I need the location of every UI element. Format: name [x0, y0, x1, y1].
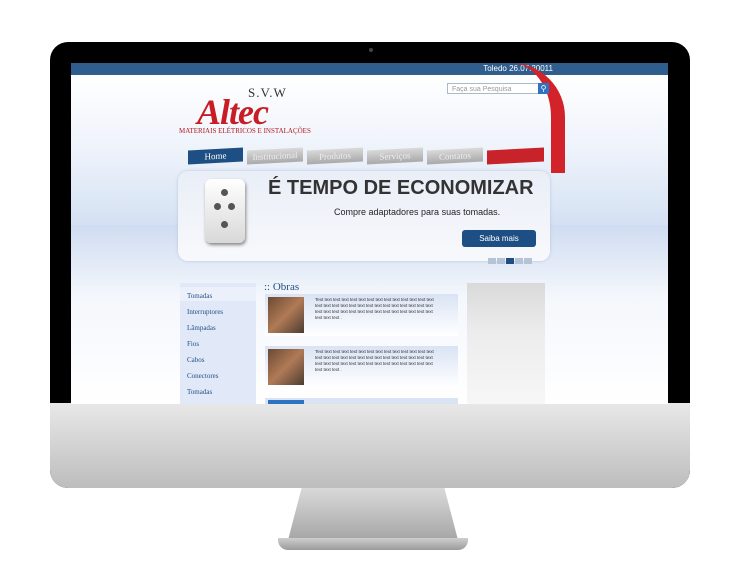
search-input[interactable]: Faça sua Pesquisa [447, 83, 539, 94]
main-nav: Home Institucional Produtos Serviços Con… [188, 145, 544, 165]
slide-dot[interactable] [497, 258, 505, 264]
obra-photo [268, 297, 304, 333]
right-column [467, 283, 545, 404]
sidebar-item-interruptores[interactable]: Interruptores [187, 308, 223, 316]
socket-image [205, 179, 245, 243]
search-icon[interactable]: ⚲ [538, 83, 549, 94]
logo-tagline: MATERIAIS ELÉTRICOS E INSTALAÇÕES [179, 127, 311, 135]
monitor-chin [50, 403, 690, 488]
slide-dot[interactable] [488, 258, 496, 264]
sidebar-item-cabos[interactable]: Cabos [187, 356, 205, 364]
banner-subline: Compre adaptadores para suas tomadas. [334, 207, 501, 217]
category-sidebar: Tomadas Interruptores Lâmpadas Fios Cabo… [180, 283, 256, 404]
hero-banner: É TEMPO DE ECONOMIZAR Compre adaptadores… [178, 171, 550, 264]
obra-text: Text text text text text text text text … [315, 349, 434, 372]
nav-home[interactable]: Home [188, 147, 243, 165]
obra-card[interactable]: Text text text text text text text text … [265, 294, 458, 336]
slide-dot-active[interactable] [506, 258, 514, 264]
obras-title: :: Obras [264, 281, 300, 293]
website-screen: Toledo 26.07.20011 Faça sua Pesquisa ⚲ S… [71, 63, 668, 404]
saiba-mais-button[interactable]: Saiba mais [462, 230, 536, 247]
nav-servicos[interactable]: Serviços [367, 147, 423, 165]
slide-indicators [488, 251, 533, 269]
monitor-stand-base [278, 538, 468, 550]
obra-photo [268, 400, 304, 404]
nav-contatos[interactable]: Contatos [427, 147, 483, 165]
nav-accent [487, 147, 544, 165]
nav-produtos[interactable]: Produtos [307, 147, 363, 165]
camera-dot [369, 48, 373, 52]
nav-institucional[interactable]: Institucional [247, 147, 303, 165]
sidebar-item-conectores[interactable]: Conectores [187, 372, 219, 380]
obra-text: Text text text text text text text text … [315, 297, 434, 320]
sidebar-item-fios[interactable]: Fios [187, 340, 199, 348]
banner-headline: É TEMPO DE ECONOMIZAR [268, 177, 534, 199]
obra-photo [268, 349, 304, 385]
slide-dot[interactable] [524, 258, 532, 264]
sidebar-item-tomadas-2[interactable]: Tomadas [187, 388, 212, 396]
obra-card[interactable]: Text text text text text text text text … [265, 346, 458, 388]
top-bar: Toledo 26.07.20011 [71, 63, 668, 75]
monitor-stand [288, 488, 458, 540]
sidebar-item-lampadas[interactable]: Lâmpadas [187, 324, 216, 332]
sidebar-item-tomadas[interactable]: Tomadas [187, 292, 212, 300]
obra-card-partial[interactable] [265, 398, 458, 404]
slide-dot[interactable] [515, 258, 523, 264]
